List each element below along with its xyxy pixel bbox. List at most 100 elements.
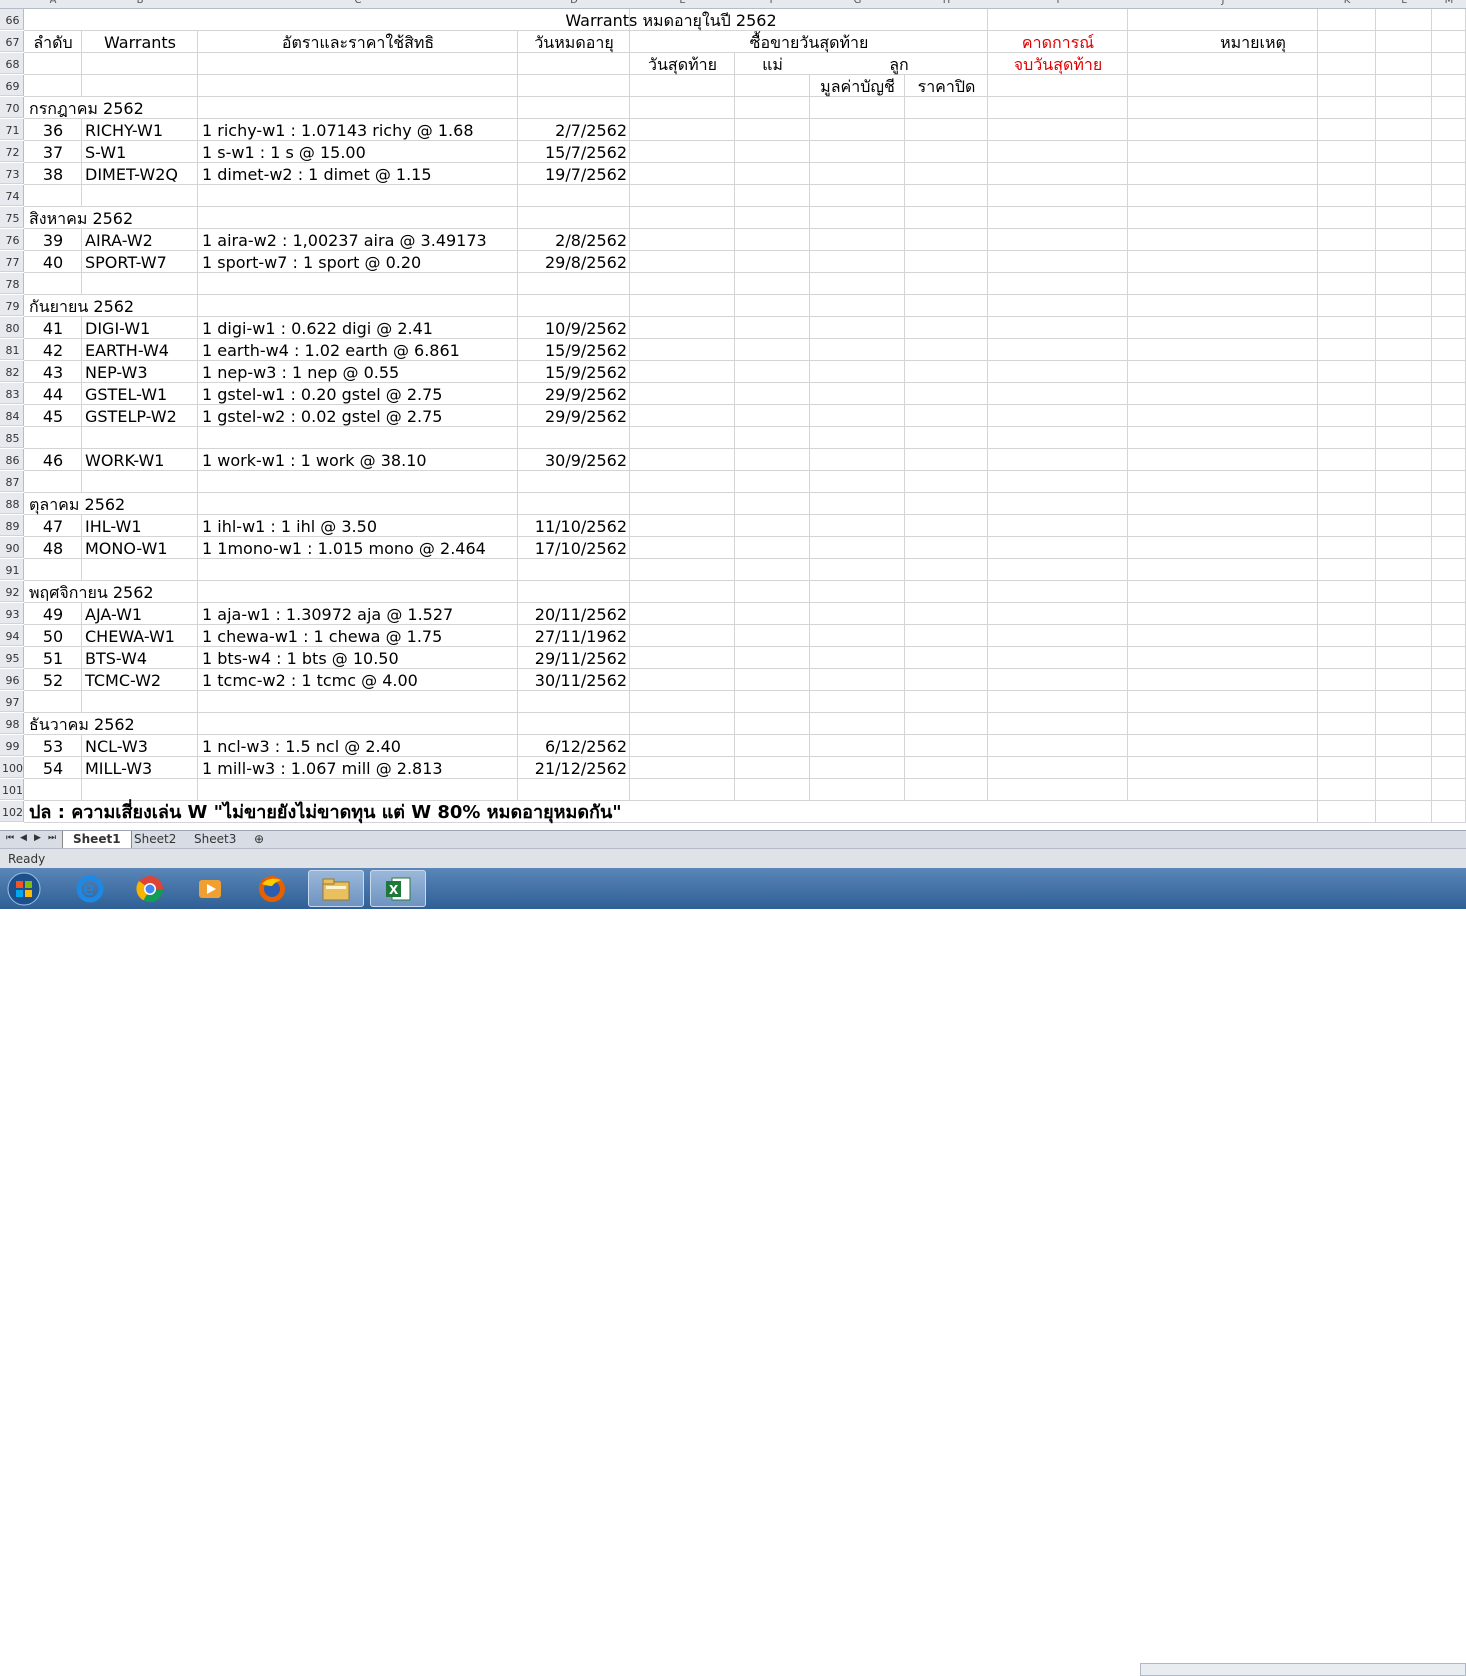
cell-ratio[interactable]: 1 digi-w1 : 0.622 digi @ 2.41	[198, 317, 518, 339]
cell-warrant[interactable]: S-W1	[82, 141, 198, 163]
row-header[interactable]: 79	[0, 295, 24, 316]
row-header[interactable]: 68	[0, 53, 24, 74]
cell-expiry[interactable]: 29/9/2562	[518, 383, 630, 405]
tab-next-icon[interactable]: ▶	[34, 833, 41, 843]
cell-expiry[interactable]: 11/10/2562	[518, 515, 630, 537]
cell-no[interactable]: 42	[24, 339, 82, 361]
row-header[interactable]: 93	[0, 603, 24, 624]
cell-ratio[interactable]: 1 ncl-w3 : 1.5 ncl @ 2.40	[198, 735, 518, 757]
cell-no[interactable]: 36	[24, 119, 82, 141]
cell-ratio[interactable]: 1 1mono-w1 : 1.015 mono @ 2.464	[198, 537, 518, 559]
row-header[interactable]: 72	[0, 141, 24, 162]
cell-no[interactable]: 49	[24, 603, 82, 625]
cell-ratio[interactable]: 1 dimet-w2 : 1 dimet @ 1.15	[198, 163, 518, 185]
cell-expiry[interactable]: 29/8/2562	[518, 251, 630, 273]
header-last-trade[interactable]: ซื้อขายวันสุดท้าย	[630, 31, 988, 53]
cell-no[interactable]: 38	[24, 163, 82, 185]
cell-ratio[interactable]: 1 tcmc-w2 : 1 tcmc @ 4.00	[198, 669, 518, 691]
row-header[interactable]: 73	[0, 163, 24, 184]
column-header-g[interactable]: G	[810, 0, 905, 6]
cell-warrant[interactable]: GSTEL-W1	[82, 383, 198, 405]
cell-no[interactable]: 50	[24, 625, 82, 647]
cell-expiry[interactable]: 29/9/2562	[518, 405, 630, 427]
row-header[interactable]: 87	[0, 471, 24, 492]
media-player-icon[interactable]	[182, 870, 238, 907]
row-header[interactable]: 83	[0, 383, 24, 404]
cell-ratio[interactable]: 1 nep-w3 : 1 nep @ 0.55	[198, 361, 518, 383]
cell-expiry[interactable]: 30/11/2562	[518, 669, 630, 691]
cell-warrant[interactable]: NCL-W3	[82, 735, 198, 757]
column-header-d[interactable]: D	[518, 0, 630, 6]
tab-sheet3[interactable]: Sheet3	[184, 831, 246, 848]
row-header[interactable]: 84	[0, 405, 24, 426]
header-ratio[interactable]: อัตราและราคาใช้สิทธิ	[198, 31, 518, 53]
footer-note[interactable]: ปล : ความเสี่ยงเล่น W "ไม่ขายยังไม่ขาดทุ…	[24, 801, 1024, 823]
cell-no[interactable]: 41	[24, 317, 82, 339]
row-header[interactable]: 81	[0, 339, 24, 360]
insert-sheet-icon[interactable]: ⊕	[244, 831, 274, 848]
cell-no[interactable]: 48	[24, 537, 82, 559]
cell-expiry[interactable]: 2/7/2562	[518, 119, 630, 141]
column-header-k[interactable]: K	[1318, 0, 1376, 6]
cell-expiry[interactable]: 29/11/2562	[518, 647, 630, 669]
cell-ratio[interactable]: 1 gstel-w1 : 0.20 gstel @ 2.75	[198, 383, 518, 405]
column-header-a[interactable]: A	[24, 0, 82, 6]
cell-warrant[interactable]: SPORT-W7	[82, 251, 198, 273]
cell-warrant[interactable]: NEP-W3	[82, 361, 198, 383]
cell-ratio[interactable]: 1 ihl-w1 : 1 ihl @ 3.50	[198, 515, 518, 537]
row-header[interactable]: 69	[0, 75, 24, 96]
row-header[interactable]: 77	[0, 251, 24, 272]
cell-no[interactable]: 54	[24, 757, 82, 779]
cell-warrant[interactable]: DIGI-W1	[82, 317, 198, 339]
row-header[interactable]: 97	[0, 691, 24, 712]
tab-prev-icon[interactable]: ◀	[20, 833, 27, 843]
tab-sheet2[interactable]: Sheet2	[124, 831, 186, 848]
month-label[interactable]: สิงหาคม 2562	[24, 207, 324, 229]
month-label[interactable]: กรกฎาคม 2562	[24, 97, 324, 119]
header-mother[interactable]: แม่	[735, 53, 810, 75]
cell-ratio[interactable]: 1 aira-w2 : 1,00237 aira @ 3.49173	[198, 229, 518, 251]
row-header[interactable]: 86	[0, 449, 24, 470]
row-header[interactable]: 102	[0, 801, 24, 822]
row-header[interactable]: 70	[0, 97, 24, 118]
column-header-c[interactable]: C	[198, 0, 518, 6]
cell-no[interactable]: 37	[24, 141, 82, 163]
cell-warrant[interactable]: CHEWA-W1	[82, 625, 198, 647]
cell-no[interactable]: 53	[24, 735, 82, 757]
cell-ratio[interactable]: 1 earth-w4 : 1.02 earth @ 6.861	[198, 339, 518, 361]
row-header[interactable]: 92	[0, 581, 24, 602]
header-no[interactable]: ลำดับ	[24, 31, 82, 53]
tab-last-icon[interactable]: ⏭	[48, 833, 56, 843]
row-header[interactable]: 100	[0, 757, 24, 778]
cell-ratio[interactable]: 1 bts-w4 : 1 bts @ 10.50	[198, 647, 518, 669]
row-header[interactable]: 88	[0, 493, 24, 514]
cell-expiry[interactable]: 15/9/2562	[518, 361, 630, 383]
month-label[interactable]: พฤศจิกายน 2562	[24, 581, 324, 603]
cell-expiry[interactable]: 30/9/2562	[518, 449, 630, 471]
column-header-m[interactable]: M	[1432, 0, 1466, 6]
excel-icon[interactable]: X	[370, 870, 426, 907]
cell-no[interactable]: 47	[24, 515, 82, 537]
cell-expiry[interactable]: 20/11/2562	[518, 603, 630, 625]
cell-ratio[interactable]: 1 gstel-w2 : 0.02 gstel @ 2.75	[198, 405, 518, 427]
row-header[interactable]: 66	[0, 9, 24, 30]
cell-ratio[interactable]: 1 work-w1 : 1 work @ 38.10	[198, 449, 518, 471]
cell-expiry[interactable]: 19/7/2562	[518, 163, 630, 185]
row-header[interactable]: 90	[0, 537, 24, 558]
cell-warrant[interactable]: BTS-W4	[82, 647, 198, 669]
row-header[interactable]: 74	[0, 185, 24, 206]
cell-ratio[interactable]: 1 richy-w1 : 1.07143 richy @ 1.68	[198, 119, 518, 141]
row-header[interactable]: 95	[0, 647, 24, 668]
cell-expiry[interactable]: 21/12/2562	[518, 757, 630, 779]
row-header[interactable]: 80	[0, 317, 24, 338]
cell-warrant[interactable]: DIMET-W2Q	[82, 163, 198, 185]
column-header-b[interactable]: B	[82, 0, 198, 6]
cell-warrant[interactable]: AIRA-W2	[82, 229, 198, 251]
sheet-title[interactable]: Warrants หมดอายุในปี 2562	[24, 9, 1318, 31]
cell-no[interactable]: 39	[24, 229, 82, 251]
row-header[interactable]: 94	[0, 625, 24, 646]
cell-no[interactable]: 46	[24, 449, 82, 471]
row-header[interactable]: 78	[0, 273, 24, 294]
cell-warrant[interactable]: IHL-W1	[82, 515, 198, 537]
column-header-f[interactable]: F	[735, 0, 810, 6]
